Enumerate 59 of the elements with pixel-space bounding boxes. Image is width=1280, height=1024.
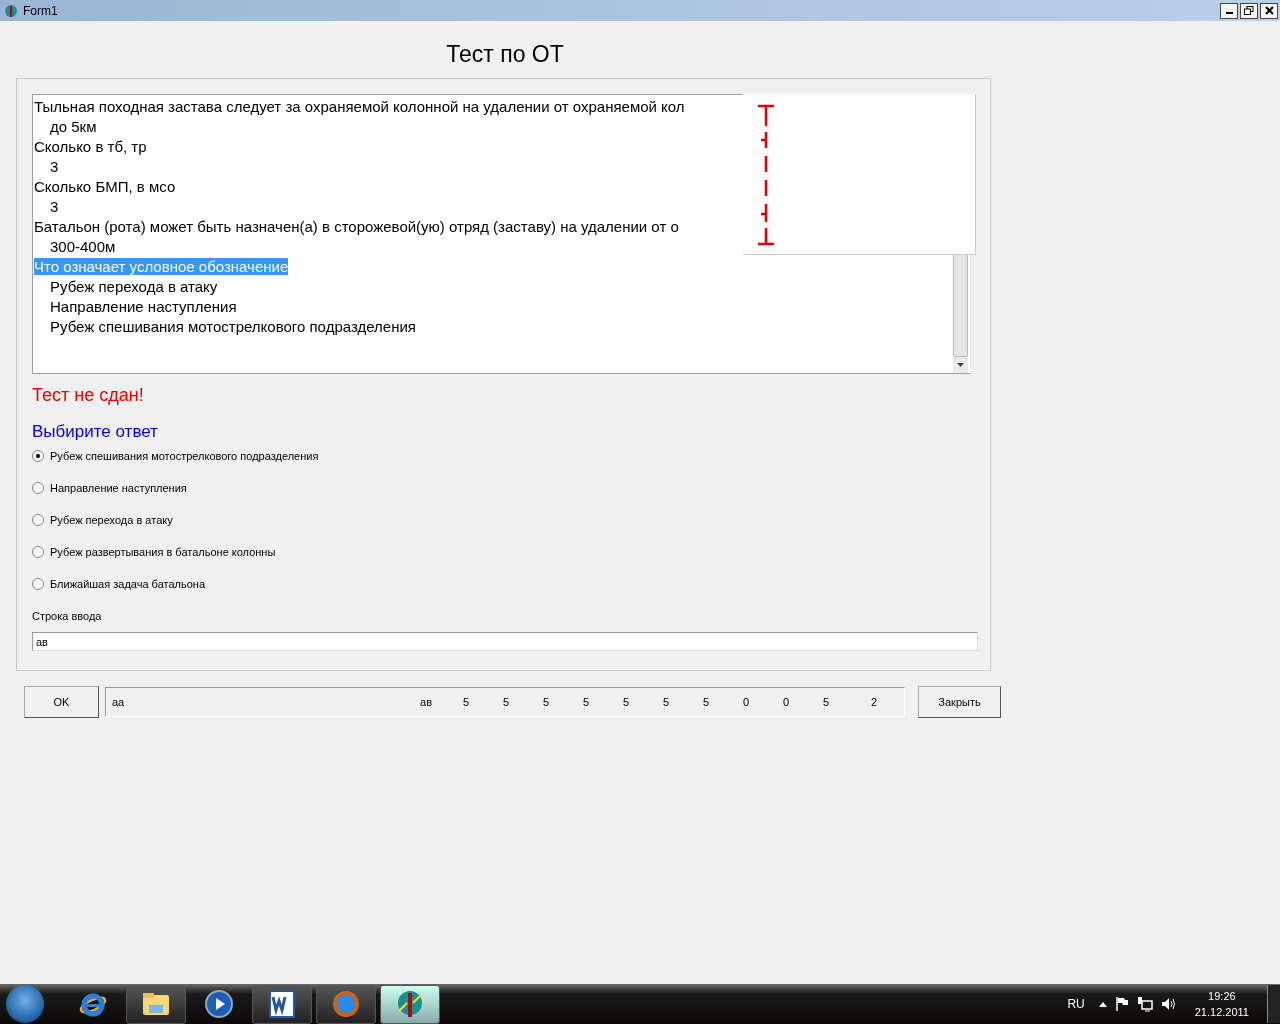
caret-icon[interactable] xyxy=(1098,1001,1107,1007)
question-text[interactable]: Тыльная походная застава следует за охраняемой колонной на удалении от охраняемой кол xyxy=(34,98,685,115)
app-icon xyxy=(4,3,18,18)
start-button[interactable] xyxy=(6,985,44,1023)
flag-icon[interactable] xyxy=(1114,996,1129,1012)
question-text[interactable]: Батальон (рота) может быть назначен(а) в сторожевой(ую) отряд (заставу) на удалении от о xyxy=(34,218,679,235)
show-desktop-button[interactable] xyxy=(1267,985,1280,1023)
status-cell-text: 5 xyxy=(541,696,551,708)
answer-text: до 5км xyxy=(50,118,97,135)
close-icon xyxy=(1264,6,1274,15)
close-button[interactable]: Закрыть xyxy=(918,686,1001,718)
ok-button[interactable]: OK xyxy=(24,686,99,718)
input-field[interactable]: ав xyxy=(32,632,978,651)
status-cell-text: 5 xyxy=(821,696,831,708)
close-button[interactable] xyxy=(1260,2,1278,19)
status-cell-text: 5 xyxy=(701,696,711,708)
document-w-icon[interactable] xyxy=(252,984,312,1024)
status-cell-text: 5 xyxy=(621,696,631,708)
clock-date: 21.12.2011 xyxy=(1194,1005,1249,1020)
status-cell-text: аа xyxy=(112,696,126,708)
answer-text: Рубеж перехода в атаку xyxy=(50,278,218,295)
status-cell-text: ав xyxy=(419,696,433,708)
status-cell-text: 2 xyxy=(869,696,879,708)
scroll-down-icon[interactable] xyxy=(957,363,964,367)
answer-text: 3 xyxy=(50,158,59,175)
window-title: Form1 xyxy=(23,3,58,18)
clock-time: 19:26 xyxy=(1208,989,1236,1004)
radio-option[interactable]: Ближайшая задача батальона xyxy=(32,576,205,592)
answer-prompt: Выбирите ответ xyxy=(32,421,159,443)
folder-icon[interactable] xyxy=(126,984,186,1024)
result-message: Тест не сдан! xyxy=(32,384,145,406)
minimize-button[interactable] xyxy=(1220,2,1238,19)
volume-icon[interactable] xyxy=(1160,996,1177,1012)
network-icon[interactable] xyxy=(1136,996,1153,1012)
status-cell-text: 5 xyxy=(461,696,471,708)
restore-button[interactable] xyxy=(1240,2,1258,19)
app-taskbar-icon[interactable] xyxy=(380,984,440,1024)
globe-icon[interactable] xyxy=(316,984,376,1024)
radio-option[interactable]: Рубеж перехода в атаку xyxy=(32,512,173,528)
status-cell-text: 5 xyxy=(661,696,671,708)
radio-option[interactable]: Направление наступления xyxy=(32,480,187,496)
radio-option[interactable]: Рубеж развертывания в батальоне колонны xyxy=(32,544,276,560)
form-heading: Тест по ОТ xyxy=(446,40,564,68)
status-cell-text: 5 xyxy=(581,696,591,708)
status-cell-text: 0 xyxy=(781,696,791,708)
answer-text: 300-400м xyxy=(50,238,116,255)
clock[interactable]: 19:26 21.12.2011 xyxy=(1194,988,1249,1020)
question-text[interactable]: Сколько БМП, в мсо xyxy=(34,178,176,195)
status-cell-text: 5 xyxy=(501,696,511,708)
restore-icon xyxy=(1244,6,1254,15)
radio-option[interactable]: Рубеж спешивания мотострелкового подразделения xyxy=(32,448,319,464)
question-text[interactable]: Сколько в тб, тр xyxy=(34,138,147,155)
answer-text: 3 xyxy=(50,198,59,215)
status-cell-text: 0 xyxy=(741,696,751,708)
language-indicator[interactable]: RU xyxy=(1067,997,1085,1011)
answer-text: Рубеж спешивания мотострелкового подразделения xyxy=(50,318,416,335)
scrollbar[interactable] xyxy=(953,253,968,373)
input-label: Строка ввода xyxy=(32,610,103,622)
answer-text: Направление наступления xyxy=(50,298,237,315)
